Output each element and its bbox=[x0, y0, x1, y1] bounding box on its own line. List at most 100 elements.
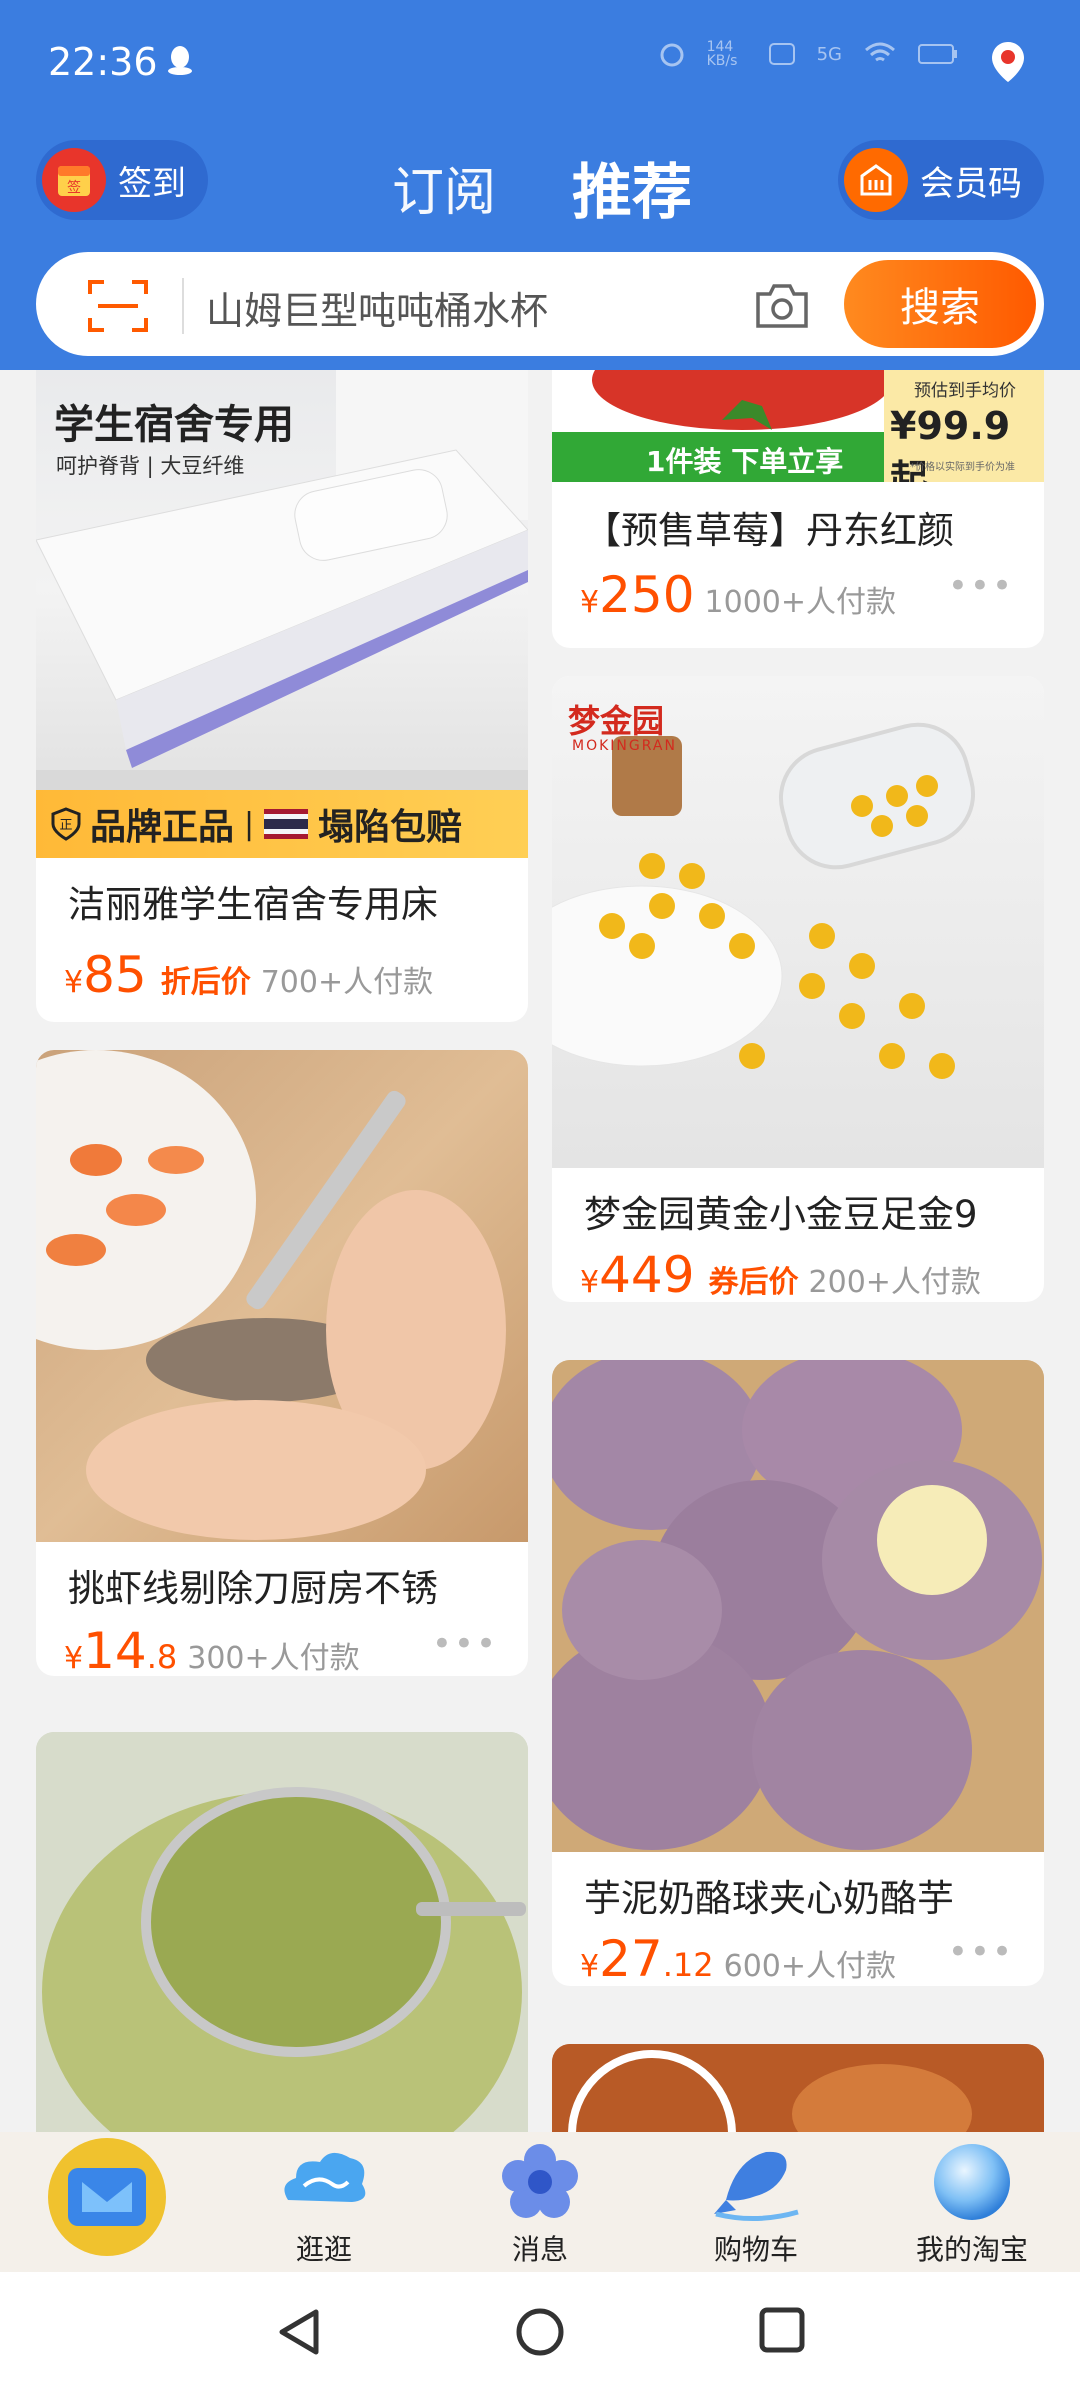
orb-profile-icon bbox=[934, 2144, 1010, 2220]
member-code-label: 会员码 bbox=[920, 163, 1022, 204]
product-title: 洁丽雅学生宿舍专用床 bbox=[68, 883, 438, 926]
recents-square-icon[interactable] bbox=[758, 2306, 806, 2354]
shrimp-illustration bbox=[36, 1050, 506, 1540]
sold-count: 1000+人付款 bbox=[704, 585, 897, 620]
sago-illustration bbox=[36, 1732, 528, 2132]
sold-count: 600+人付款 bbox=[723, 1949, 897, 1984]
hd-icon bbox=[768, 43, 795, 65]
more-options-icon[interactable]: ••• bbox=[948, 1932, 1014, 1972]
nav-label: 逛逛 bbox=[295, 2233, 352, 2266]
food-illustration bbox=[552, 2044, 1044, 2132]
product-image bbox=[36, 1050, 528, 1542]
banner-right-text: 塌陷包赔 bbox=[318, 807, 463, 848]
authentic-shield-icon: 正 bbox=[51, 807, 81, 841]
system-nav-bar bbox=[0, 2272, 1080, 2400]
brand-logo-cn: 梦金园 bbox=[568, 702, 665, 740]
home-icon bbox=[48, 2138, 166, 2256]
more-options-icon[interactable]: ••• bbox=[948, 566, 1014, 606]
wifi-icon bbox=[865, 42, 895, 62]
product-image bbox=[36, 1732, 528, 2132]
nav-label: 消息 bbox=[511, 2233, 568, 2266]
product-card[interactable]: 挑虾线剔除刀厨房不锈 ¥ 14 .8 300+人付款 ••• bbox=[36, 1050, 528, 1676]
product-image: 梦金园 MOKINGRAN bbox=[552, 676, 1044, 1168]
scan-icon[interactable] bbox=[86, 276, 150, 336]
price-value: 250 bbox=[599, 566, 695, 624]
member-code-button[interactable]: 会员码 bbox=[838, 140, 1044, 220]
price-row: ¥ 27 .12 600+人付款 bbox=[580, 1930, 896, 1986]
tab-recommend[interactable]: 推荐 bbox=[572, 144, 692, 231]
price-decimal: .12 bbox=[662, 1946, 714, 1984]
banner-left-text: 品牌正品 bbox=[90, 807, 235, 848]
status-time: 22:36 bbox=[48, 40, 158, 84]
nav-guangguang[interactable]: 逛逛 bbox=[216, 2132, 432, 2272]
sold-count: 700+人付款 bbox=[260, 965, 434, 1000]
flower-message-icon bbox=[502, 2144, 578, 2218]
search-button[interactable]: 搜索 bbox=[844, 260, 1036, 348]
nav-cart[interactable]: 购物车 bbox=[648, 2132, 864, 2272]
brand-logo-en: MOKINGRAN bbox=[572, 738, 677, 754]
currency-symbol: ¥ bbox=[580, 1949, 600, 1984]
app-header: 22:36 144 KB/s 5G 签 签到 订阅 推荐 会员码 山姆巨型吨吨桶… bbox=[0, 0, 1080, 370]
nav-my-taobao[interactable]: 我的淘宝 bbox=[864, 2132, 1080, 2272]
checkin-calendar-icon: 签 bbox=[42, 148, 106, 212]
camera-icon[interactable] bbox=[752, 278, 812, 334]
search-input[interactable]: 山姆巨型吨吨桶水杯 bbox=[206, 280, 548, 335]
checkin-button[interactable]: 签 签到 bbox=[36, 140, 208, 220]
product-card[interactable] bbox=[552, 2044, 1044, 2132]
tab-subscribe[interactable]: 订阅 bbox=[392, 150, 496, 225]
nav-home[interactable] bbox=[0, 2132, 216, 2272]
promo-small-note: *价格以实际到手价为准 bbox=[910, 462, 1015, 473]
promo-price-box: 预估到手均价 ¥99.9起 *价格以实际到手价为准 bbox=[884, 370, 1044, 482]
member-code-icon bbox=[844, 148, 908, 212]
back-icon[interactable] bbox=[276, 2306, 322, 2358]
taobao-home-icon bbox=[68, 2168, 146, 2226]
product-card[interactable]: 芋泥奶酪球夹心奶酪芋 ¥ 27 .12 600+人付款 ••• bbox=[552, 1360, 1044, 1986]
product-card[interactable]: 1件装 下单立享 预估到手均价 ¥99.9起 *价格以实际到手价为准 【预售草莓… bbox=[552, 370, 1044, 648]
promo-banner: 正 品牌正品 | 塌陷包赔 bbox=[36, 790, 528, 858]
sold-count: 300+人付款 bbox=[187, 1641, 360, 1676]
price-row: ¥ 14 .8 300+人付款 bbox=[64, 1622, 360, 1676]
network-type: 5G bbox=[816, 43, 842, 65]
currency-symbol: ¥ bbox=[64, 965, 84, 1000]
image-headline: 学生宿舍专用 bbox=[54, 402, 294, 448]
checkin-icon-text: 签 bbox=[67, 179, 81, 196]
bottom-nav: 逛逛 消息 购物车 我的淘宝 bbox=[0, 2132, 1080, 2272]
promo-banner-left: 1件装 下单立享 bbox=[646, 445, 844, 478]
taro-balls-illustration bbox=[552, 1360, 1044, 1852]
thailand-flag-icon bbox=[264, 809, 309, 839]
price-value: 85 bbox=[83, 946, 147, 1004]
product-image bbox=[552, 1360, 1044, 1852]
price-row: ¥ 250 1000+人付款 bbox=[580, 566, 896, 624]
alarm-icon bbox=[660, 43, 684, 67]
koi-cart-icon bbox=[714, 2151, 799, 2221]
checkin-badge-icon: 签 bbox=[58, 166, 90, 196]
image-subline: 呵护脊背 | 大豆纤维 bbox=[56, 454, 245, 478]
nav-messages[interactable]: 消息 bbox=[432, 2132, 648, 2272]
more-options-icon[interactable]: ••• bbox=[432, 1624, 498, 1664]
product-title: 梦金园黄金小金豆足金9 bbox=[584, 1193, 978, 1236]
product-card[interactable]: 梦金园 MOKINGRAN 梦金园黄金小金豆足金9 ¥ 449 券后价 200+… bbox=[552, 676, 1044, 1302]
product-title: 挑虾线剔除刀厨房不锈 bbox=[68, 1567, 438, 1610]
location-icon bbox=[992, 42, 1024, 82]
battery-icon bbox=[918, 44, 957, 64]
banner-sep: | bbox=[244, 806, 255, 842]
product-image bbox=[552, 2044, 1044, 2132]
product-title: 芋泥奶酪球夹心奶酪芋 bbox=[584, 1877, 954, 1920]
product-card[interactable]: 学生宿舍专用 呵护脊背 | 大豆纤维 正 品牌正品 | 塌陷包赔 洁丽雅学生宿舍… bbox=[36, 370, 528, 1022]
search-bar[interactable]: 山姆巨型吨吨桶水杯 搜索 bbox=[36, 252, 1044, 356]
nav-label: 我的淘宝 bbox=[915, 2233, 1028, 2266]
price-tag: 券后价 bbox=[708, 1265, 799, 1300]
price-value: 449 bbox=[599, 1246, 695, 1302]
home-circle-icon[interactable] bbox=[514, 2306, 566, 2358]
top-row: 签 签到 订阅 推荐 会员码 bbox=[0, 140, 1080, 228]
checkin-label: 签到 bbox=[118, 163, 186, 204]
price-tag: 折后价 bbox=[160, 965, 251, 1000]
product-card[interactable] bbox=[36, 1732, 528, 2132]
price-row: ¥ 449 券后价 200+人付款 bbox=[580, 1246, 981, 1302]
cloud-icon bbox=[284, 2152, 366, 2202]
product-title: 【预售草莓】丹东红颜 bbox=[584, 509, 954, 552]
price-value: 14 bbox=[83, 1622, 147, 1676]
search-divider bbox=[182, 278, 184, 334]
currency-symbol: ¥ bbox=[64, 1641, 84, 1676]
price-row: ¥ 85 折后价 700+人付款 bbox=[64, 946, 433, 1004]
